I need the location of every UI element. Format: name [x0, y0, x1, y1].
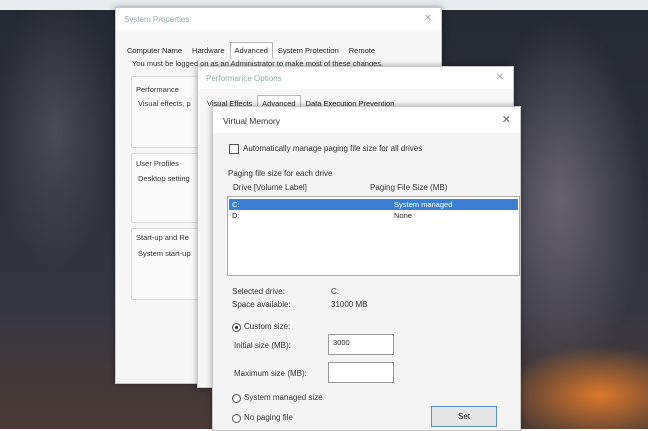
no-paging-radio[interactable] — [232, 414, 241, 423]
close-icon[interactable]: ✕ — [502, 113, 511, 126]
no-paging-label[interactable]: No paging file — [244, 413, 293, 422]
system-properties-tabs: Computer Name Hardware Advanced System P… — [122, 42, 380, 59]
auto-manage-label[interactable]: Automatically manage paging file size fo… — [243, 144, 422, 153]
maximum-size-label: Maximum size (MB): — [234, 369, 307, 378]
close-icon[interactable]: ✕ — [424, 13, 432, 24]
system-properties-titlebar: System Properties ✕ — [116, 8, 441, 30]
virtual-memory-dialog: Virtual Memory ✕ Automatically manage pa… — [212, 106, 521, 431]
drive-row-c[interactable]: C: System managed — [229, 199, 518, 210]
dialog-title: Virtual Memory — [223, 116, 280, 126]
window-title: Performance Options — [206, 74, 282, 83]
drive-paging-size: System managed — [394, 200, 453, 209]
drive-paging-size: None — [394, 211, 412, 220]
custom-size-label[interactable]: Custom size: — [244, 322, 290, 331]
space-available-value: 31000 MB — [331, 300, 368, 309]
tab-system-protection[interactable]: System Protection — [273, 42, 344, 59]
tab-hardware[interactable]: Hardware — [187, 42, 230, 59]
tab-advanced[interactable]: Advanced — [229, 42, 273, 59]
auto-manage-checkbox[interactable] — [229, 144, 239, 154]
close-icon[interactable]: ✕ — [496, 72, 504, 83]
drive-letter: D: — [232, 211, 240, 220]
performance-heading: Performance — [136, 85, 179, 94]
user-profiles-text: Desktop setting — [138, 174, 190, 183]
selected-drive-label: Selected drive: — [232, 287, 285, 296]
performance-options-titlebar: Performance Options ✕ — [198, 67, 513, 89]
paging-section-label: Paging file size for each drive — [228, 169, 333, 178]
custom-size-radio[interactable] — [232, 323, 241, 332]
set-button[interactable]: Set — [431, 406, 497, 427]
tab-computer-name[interactable]: Computer Name — [122, 42, 187, 59]
tab-remote[interactable]: Remote — [344, 42, 380, 59]
space-available-label: Space available: — [232, 300, 291, 309]
startup-text: System start-up — [138, 249, 191, 258]
maximum-size-input[interactable] — [328, 362, 394, 383]
drive-list[interactable]: C: System managed D: None — [227, 196, 520, 276]
system-managed-label[interactable]: System managed size — [244, 393, 323, 402]
initial-size-input[interactable]: 3000 — [328, 334, 394, 355]
drive-letter: C: — [232, 200, 240, 209]
user-profiles-heading: User Profiles — [136, 159, 179, 168]
virtual-memory-titlebar: Virtual Memory ✕ — [213, 107, 520, 133]
initial-size-label: Initial size (MB): — [234, 341, 291, 350]
startup-heading: Start-up and Re — [136, 233, 189, 242]
column-header-size: Paging File Size (MB) — [370, 183, 448, 192]
drive-row-d[interactable]: D: None — [229, 210, 518, 221]
window-title: System Properties — [124, 15, 190, 24]
column-header-drive: Drive [Volume Label] — [233, 183, 307, 192]
system-managed-radio[interactable] — [232, 394, 241, 403]
performance-text: Visual effects, p — [138, 99, 191, 108]
selected-drive-value: C: — [331, 287, 339, 296]
